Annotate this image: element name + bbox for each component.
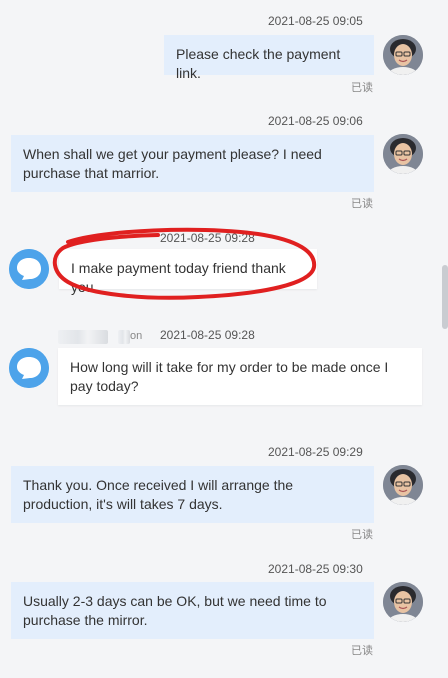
seller-avatar[interactable] <box>383 35 423 75</box>
scrollbar-thumb[interactable] <box>442 265 448 329</box>
read-status: 已读 <box>351 198 373 210</box>
message-timestamp: 2021-08-25 09:30 <box>268 562 363 576</box>
read-status: 已读 <box>351 82 373 94</box>
chat-bot-avatar-icon <box>9 348 49 388</box>
sender-name-blurred <box>118 330 130 344</box>
message-bubble-incoming[interactable]: How long will it take for my order to be… <box>58 348 422 405</box>
user-photo-avatar-icon <box>383 582 423 622</box>
chat-bot-avatar-icon <box>9 249 49 289</box>
user-photo-avatar-icon <box>383 134 423 174</box>
sender-name-tail: on <box>130 330 143 342</box>
message-timestamp: 2021-08-25 09:28 <box>160 328 255 342</box>
seller-avatar[interactable] <box>383 582 423 622</box>
sender-name-blurred <box>58 330 108 344</box>
message-bubble-incoming[interactable]: I make payment today friend thank you <box>59 249 317 295</box>
message-bubble-outgoing[interactable]: Usually 2-3 days can be OK, but we need … <box>11 582 374 639</box>
message-bubble-outgoing[interactable]: When shall we get your payment please? I… <box>11 135 374 192</box>
message-bubble-outgoing[interactable]: Thank you. Once received I will arrange … <box>11 466 374 523</box>
message-timestamp: 2021-08-25 09:28 <box>160 231 255 245</box>
user-photo-avatar-icon <box>383 35 423 75</box>
read-status: 已读 <box>351 645 373 657</box>
seller-avatar[interactable] <box>383 465 423 505</box>
message-timestamp: 2021-08-25 09:05 <box>268 14 363 28</box>
buyer-avatar[interactable] <box>9 249 49 289</box>
read-status: 已读 <box>351 529 373 541</box>
seller-avatar[interactable] <box>383 134 423 174</box>
message-bubble-outgoing[interactable]: Please check the payment link. <box>164 35 374 81</box>
message-timestamp: 2021-08-25 09:29 <box>268 445 363 459</box>
message-timestamp: 2021-08-25 09:06 <box>268 114 363 128</box>
buyer-avatar[interactable] <box>9 348 49 388</box>
user-photo-avatar-icon <box>383 465 423 505</box>
